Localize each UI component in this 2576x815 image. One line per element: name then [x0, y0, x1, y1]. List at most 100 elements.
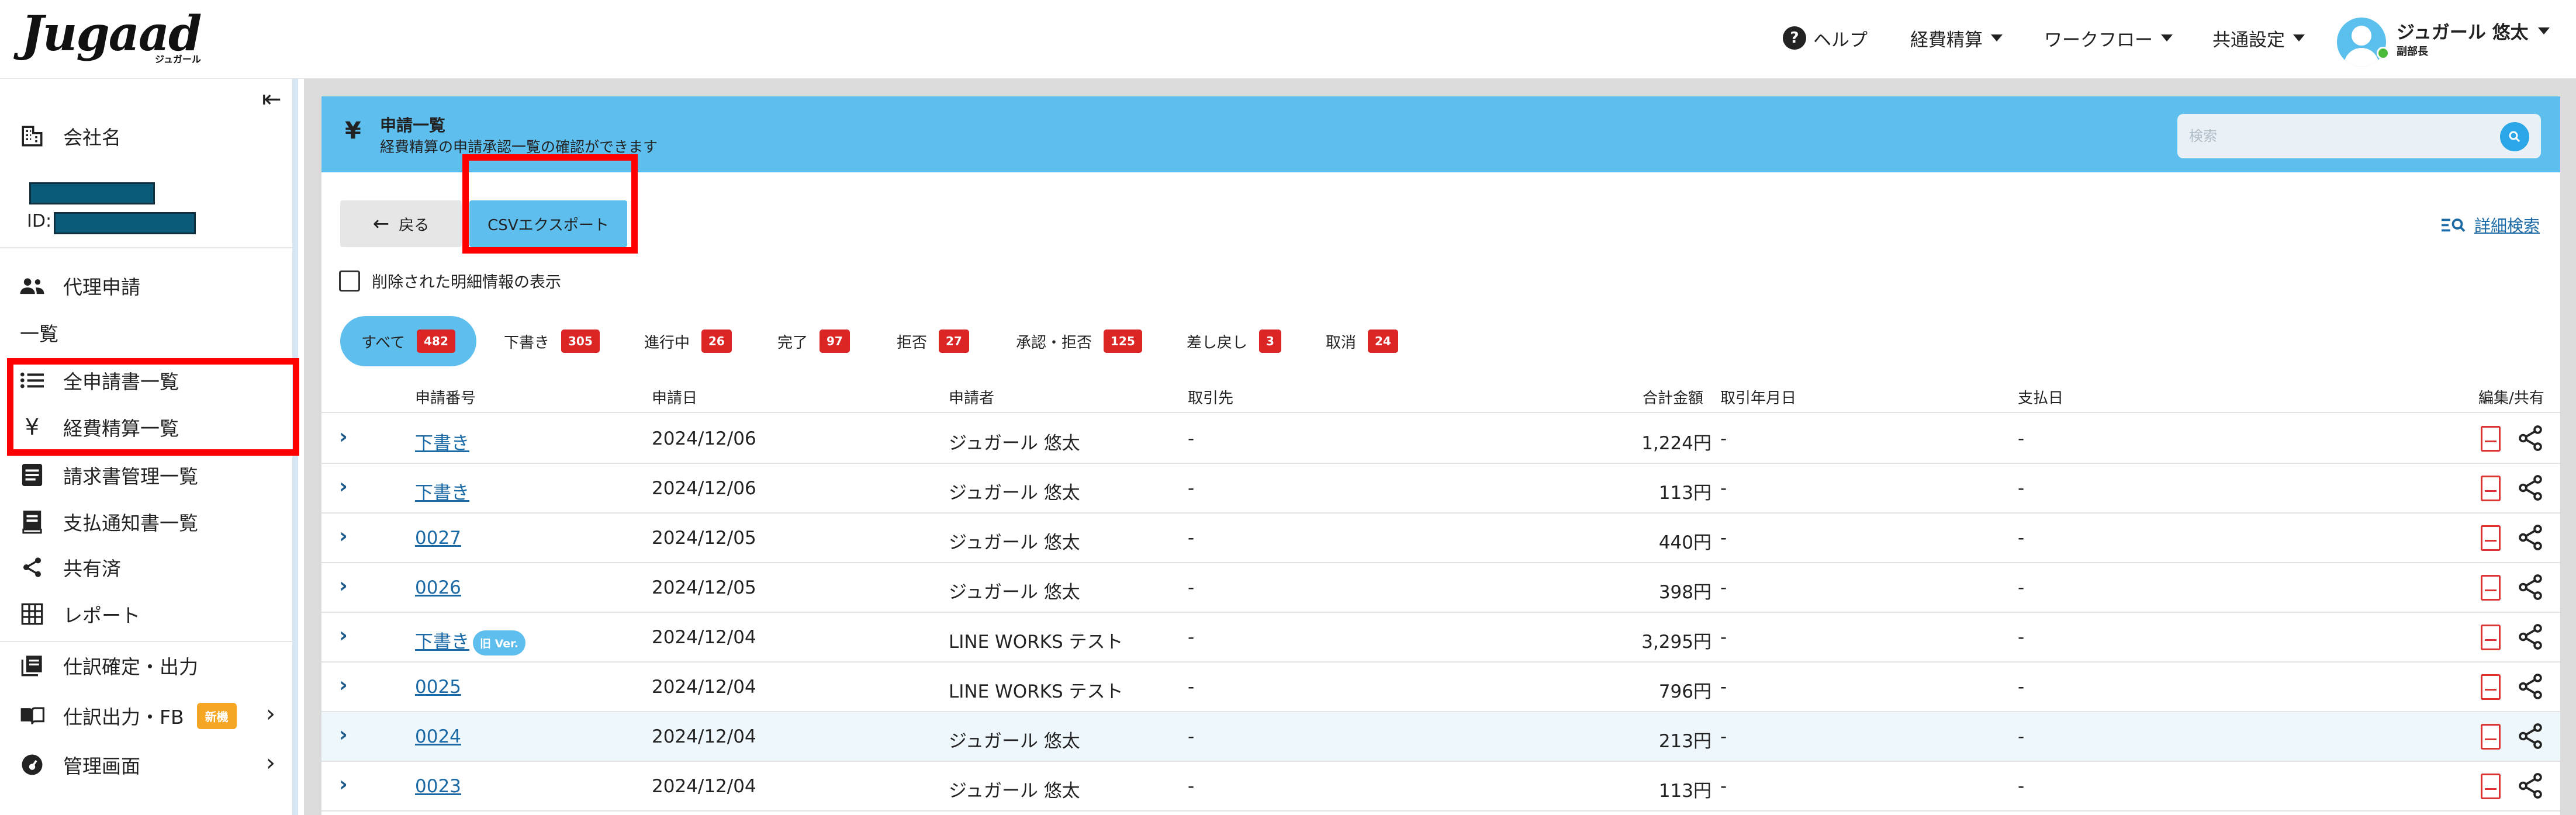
chevron-right-icon[interactable]: › — [339, 425, 348, 449]
tab-draft[interactable]: 下書き 305 — [504, 316, 600, 366]
table-row[interactable]: › 0024 2024/12/04 ジュガール 悠太 -213円 - - — [321, 712, 2560, 762]
application-number: 下書き — [415, 433, 469, 454]
column-header-date[interactable]: 申請日 — [652, 386, 697, 408]
common-settings-label: 共通設定 — [2212, 29, 2285, 51]
share-icon[interactable] — [2516, 622, 2545, 651]
column-header-txn-month[interactable]: 取引年月日 — [1720, 386, 1796, 408]
application-number-link[interactable]: 下書き旧 Ver. — [415, 627, 526, 656]
share-icon[interactable] — [2516, 672, 2545, 701]
sidebar-item-shared[interactable]: 共有済 — [18, 550, 121, 585]
sidebar-item-journal-confirm[interactable]: 仕訳確定・出力 — [18, 648, 198, 683]
tab-cancelled[interactable]: 取消 24 — [1326, 316, 1398, 366]
transaction-month: - — [1720, 478, 1727, 499]
chevron-right-icon[interactable]: › — [339, 673, 348, 697]
client: - — [1188, 528, 1195, 549]
table-row[interactable]: › 0027 2024/12/05 ジュガール 悠太 -440円 - - — [321, 514, 2560, 563]
chevron-right-icon[interactable]: › — [339, 524, 348, 548]
column-header-number[interactable]: 申請番号 — [415, 386, 476, 408]
application-number-link[interactable]: 0025 — [415, 677, 461, 698]
search-input[interactable] — [2177, 114, 2541, 158]
chevron-right-icon[interactable]: › — [339, 723, 348, 747]
application-number-link[interactable]: 0026 — [415, 577, 461, 598]
sidebar-item-report[interactable]: レポート — [18, 596, 140, 632]
pdf-icon[interactable] — [2481, 625, 2501, 650]
table-row[interactable]: › 下書き 2024/12/06 ジュガール 悠太 -113円 - - — [321, 464, 2560, 514]
applicant: LINE WORKS テスト — [949, 632, 1123, 653]
pdf-icon[interactable] — [2481, 575, 2501, 601]
pdf-icon[interactable] — [2481, 525, 2501, 551]
checkbox[interactable] — [339, 270, 360, 292]
share-icon[interactable] — [2516, 523, 2545, 552]
column-header-total[interactable]: 合計金額 — [1643, 386, 1703, 408]
open-book-icon — [18, 701, 47, 730]
chevron-right-icon[interactable]: › — [339, 474, 348, 498]
advanced-search-link[interactable]: 詳細検索 — [2441, 213, 2540, 237]
book-icon — [18, 651, 47, 680]
tab-count-badge: 26 — [701, 330, 732, 353]
applicant: ジュガール 悠太 — [949, 731, 1080, 752]
tab-rejected[interactable]: 拒否 27 — [897, 316, 969, 366]
application-number-link[interactable]: 0024 — [415, 726, 461, 747]
chevron-right-icon[interactable]: › — [266, 700, 275, 727]
chevron-right-icon[interactable]: › — [339, 772, 348, 796]
table-row[interactable]: › 0026 2024/12/05 ジュガール 悠太 -398円 - - — [321, 563, 2560, 613]
highlight-box-sidebar — [7, 358, 299, 456]
chevron-right-icon[interactable]: › — [339, 574, 348, 598]
redacted-box — [54, 212, 196, 234]
common-settings-menu[interactable]: 共通設定 — [2212, 23, 2305, 53]
divider — [0, 247, 292, 248]
column-header-pay-date[interactable]: 支払日 — [2018, 386, 2063, 408]
table-row[interactable]: › 下書き旧 Ver. 2024/12/04 LINE WORKS テスト -3,295… — [321, 613, 2560, 663]
tab-all[interactable]: すべて 482 — [340, 316, 476, 366]
client: - — [1188, 478, 1195, 499]
help-link[interactable]: ? ヘルプ — [1783, 23, 1868, 53]
sidebar-item-journal-fb[interactable]: 仕訳出力・FB 新機 — [18, 698, 237, 733]
tab-in-progress[interactable]: 進行中 26 — [644, 316, 732, 366]
app-logo-subtitle: ジュガール — [155, 54, 201, 65]
application-number-link[interactable]: 0023 — [415, 776, 461, 797]
application-number-link[interactable]: 0027 — [415, 528, 461, 549]
back-button[interactable]: ← 戻る — [340, 200, 462, 247]
chevron-right-icon[interactable]: › — [266, 750, 275, 776]
journal-fb-label: 仕訳出力・FB — [63, 706, 184, 729]
sidebar-item-invoice[interactable]: 請求書管理一覧 — [18, 457, 198, 493]
tab-returned[interactable]: 差し戻し 3 — [1187, 316, 1281, 366]
share-icon[interactable] — [2516, 424, 2545, 453]
table-row[interactable]: › 0025 2024/12/04 LINE WORKS テスト -796円 - - — [321, 663, 2560, 712]
sidebar-section-list: 一覧 — [20, 315, 58, 350]
chevron-right-icon[interactable]: › — [339, 623, 348, 647]
table-row[interactable]: › 下書き 2024/12/06 ジュガール 悠太 -1,224円 - - — [321, 414, 2560, 464]
share-icon[interactable] — [2516, 771, 2545, 800]
tab-count-badge: 482 — [417, 330, 455, 353]
grid-icon — [18, 599, 47, 629]
user-avatar[interactable] — [2337, 18, 2386, 67]
search-icon[interactable] — [2500, 122, 2529, 151]
application-number-link[interactable]: 下書き — [415, 428, 469, 455]
application-number-link[interactable]: 下書き — [415, 478, 469, 504]
workflow-menu[interactable]: ワークフロー — [2044, 23, 2173, 53]
sidebar-item-proxy[interactable]: 代理申請 — [18, 268, 140, 303]
column-header-client[interactable]: 取引先 — [1188, 386, 1233, 408]
table-row[interactable]: › 0023 2024/12/04 ジュガール 悠太 -113円 - - — [321, 762, 2560, 811]
tab-completed[interactable]: 完了 97 — [777, 316, 850, 366]
share-icon[interactable] — [2516, 722, 2545, 751]
expense-menu[interactable]: 経費精算 — [1910, 23, 2003, 53]
share-icon[interactable] — [2516, 573, 2545, 602]
deleted-items-toggle[interactable]: 削除された明細情報の表示 — [339, 269, 561, 292]
pdf-icon[interactable] — [2481, 476, 2501, 501]
pdf-icon[interactable] — [2481, 426, 2501, 452]
sidebar-item-company[interactable]: 会社名 — [18, 119, 121, 154]
sidebar-item-payment-notice[interactable]: 支払通知書一覧 — [18, 504, 198, 539]
user-menu[interactable]: ジュガール 悠太 — [2397, 18, 2550, 44]
sidebar-item-admin[interactable]: 管理画面 — [18, 747, 140, 782]
pdf-icon[interactable] — [2481, 674, 2501, 700]
tab-approved-rejected[interactable]: 承認・拒否 125 — [1016, 316, 1142, 366]
receipt-icon — [18, 507, 47, 536]
page-subtitle: 経費精算の申請承認一覧の確認ができます — [380, 138, 658, 155]
pdf-icon[interactable] — [2481, 774, 2501, 799]
column-header-applicant[interactable]: 申請者 — [949, 386, 994, 408]
share-icon[interactable] — [2516, 473, 2545, 502]
pdf-icon[interactable] — [2481, 724, 2501, 750]
sidebar-collapse-icon[interactable]: ⇤ — [262, 86, 282, 113]
payment-date: - — [2018, 726, 2025, 747]
